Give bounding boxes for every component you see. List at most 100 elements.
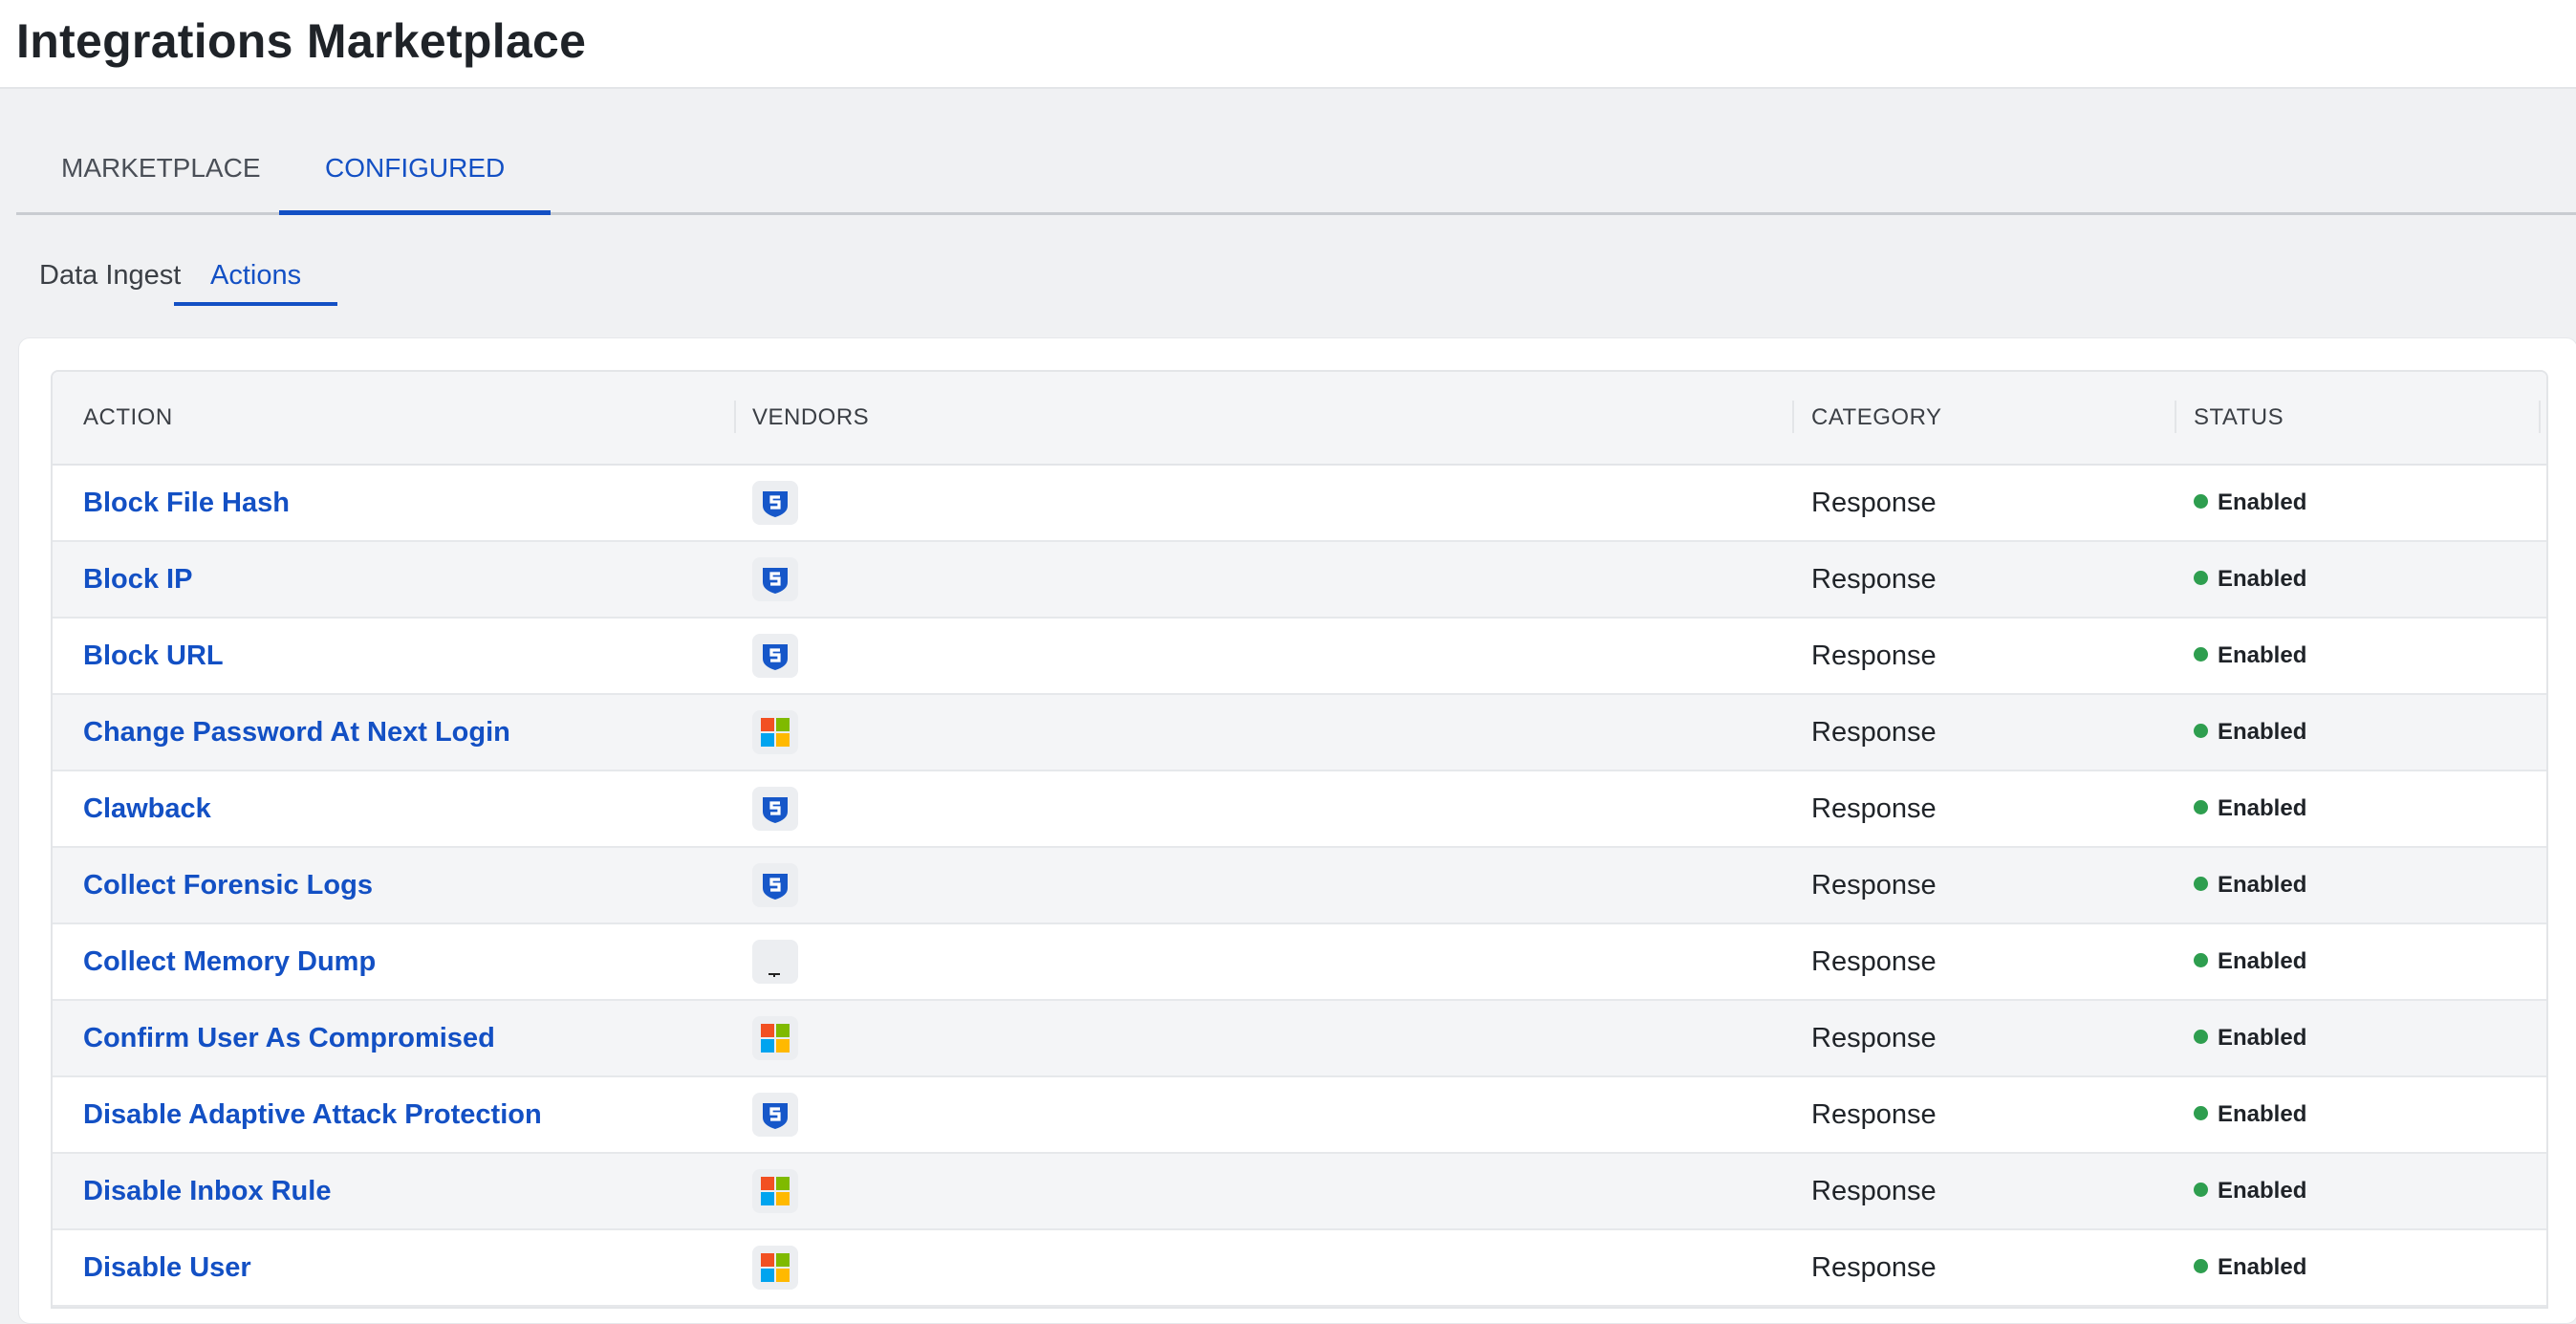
subtab-actions[interactable]: Actions [174,250,338,306]
column-resizer[interactable] [1792,401,1794,433]
status-dot-icon [2194,1183,2208,1198]
microsoft-icon [752,1169,798,1213]
main-tabs: MARKETPLACE CONFIGURED [16,124,2576,215]
shield-s-icon [752,634,798,678]
category-cell: Response [1811,717,1937,748]
vendor-cell [752,710,798,754]
action-link[interactable]: Disable Inbox Rule [83,1154,331,1228]
action-link[interactable]: Collect Memory Dump [83,924,376,999]
vendor-cell [752,940,798,984]
vendor-cell [752,787,798,831]
category-cell: Response [1811,1176,1937,1206]
status-label: Enabled [2218,489,2307,515]
action-link[interactable]: Clawback [83,771,211,846]
status-dot-icon [2194,800,2208,815]
status-label: Enabled [2218,795,2307,821]
column-header-action[interactable]: ACTION [83,372,173,464]
category-cell: Response [1811,1099,1937,1130]
tab-marketplace[interactable]: MARKETPLACE [61,124,261,212]
actions-card: ACTION VENDORS CATEGORY STATUS Block Fil… [18,337,2576,1324]
microsoft-icon [752,1016,798,1060]
action-link[interactable]: Confirm User As Compromised [83,1001,495,1075]
status-dot-icon [2194,877,2208,892]
action-link[interactable]: Block File Hash [83,466,290,540]
category-cell: Response [1811,946,1937,977]
microsoft-icon [752,1246,798,1290]
generic-vendor-icon [752,940,798,984]
category-cell: Response [1811,1023,1937,1053]
vendor-cell [752,1093,798,1137]
status-dot-icon [2194,1030,2208,1045]
status-label: Enabled [2218,1101,2307,1127]
page-header: Integrations Marketplace [0,0,2576,89]
shield-s-icon [752,863,798,907]
action-link[interactable]: Block URL [83,619,224,693]
tab-configured[interactable]: CONFIGURED [279,124,552,215]
column-header-status[interactable]: STATUS [2194,372,2284,464]
status-label: Enabled [2218,1025,2307,1051]
action-link[interactable]: Disable User [83,1230,251,1305]
status-dot-icon [2194,1106,2208,1121]
status-label: Enabled [2218,719,2307,745]
status-label: Enabled [2218,1254,2307,1280]
column-header-vendors[interactable]: VENDORS [752,372,869,464]
status-cell: Enabled [2194,1230,2306,1305]
table-header: ACTION VENDORS CATEGORY STATUS [53,372,2546,466]
status-dot-icon [2194,647,2208,662]
action-link[interactable]: Collect Forensic Logs [83,848,373,922]
column-header-category[interactable]: CATEGORY [1811,372,1941,464]
action-link[interactable]: Change Password At Next Login [83,695,510,770]
table-row[interactable]: Change Password At Next Login Response E… [53,695,2546,771]
status-dot-icon [2194,571,2208,586]
table-row[interactable]: Collect Forensic Logs Response Enabled [53,848,2546,924]
vendor-cell [752,1246,798,1290]
column-resizer[interactable] [2175,401,2176,433]
action-link[interactable]: Block IP [83,542,192,617]
status-label: Enabled [2218,566,2307,592]
table-row[interactable]: Block URL Response Enabled [53,619,2546,695]
category-cell: Response [1811,564,1937,595]
table-row[interactable]: Block IP Response Enabled [53,542,2546,619]
status-cell: Enabled [2194,848,2306,922]
status-cell: Enabled [2194,924,2306,999]
status-label: Enabled [2218,872,2307,898]
status-cell: Enabled [2194,619,2306,693]
column-resizer[interactable] [2539,401,2541,433]
table-row[interactable]: Collect Memory Dump Response Enabled [53,924,2546,1001]
vendor-cell [752,1169,798,1213]
shield-s-icon [752,481,798,525]
status-label: Enabled [2218,1178,2307,1204]
status-dot-icon [2194,1259,2208,1274]
vendor-cell [752,863,798,907]
vendor-cell [752,481,798,525]
status-label: Enabled [2218,948,2307,974]
status-label: Enabled [2218,642,2307,668]
table-row[interactable]: Disable Inbox Rule Response Enabled [53,1154,2546,1230]
microsoft-icon [752,710,798,754]
status-cell: Enabled [2194,466,2306,540]
vendor-cell [752,634,798,678]
category-cell: Response [1811,793,1937,824]
vendor-cell [752,1016,798,1060]
table-row[interactable]: Clawback Response Enabled [53,771,2546,848]
table-row[interactable]: Disable Adaptive Attack Protection Respo… [53,1077,2546,1154]
status-cell: Enabled [2194,542,2306,617]
actions-table: ACTION VENDORS CATEGORY STATUS Block Fil… [51,370,2548,1309]
status-cell: Enabled [2194,1001,2306,1075]
table-row[interactable]: Block File Hash Response Enabled [53,466,2546,542]
status-cell: Enabled [2194,695,2306,770]
column-resizer[interactable] [734,401,736,433]
table-row[interactable]: Confirm User As Compromised Response Ena… [53,1001,2546,1077]
category-cell: Response [1811,640,1937,671]
table-body: Block File Hash Response Enabled Block I… [53,466,2546,1307]
category-cell: Response [1811,488,1937,518]
shield-s-icon [752,787,798,831]
status-dot-icon [2194,724,2208,739]
status-cell: Enabled [2194,1154,2306,1228]
action-link[interactable]: Disable Adaptive Attack Protection [83,1077,542,1152]
subtab-data-ingest[interactable]: Data Ingest [39,250,181,306]
status-dot-icon [2194,953,2208,968]
shield-s-icon [752,1093,798,1137]
category-cell: Response [1811,870,1937,901]
table-row[interactable]: Disable User Response Enabled [53,1230,2546,1307]
